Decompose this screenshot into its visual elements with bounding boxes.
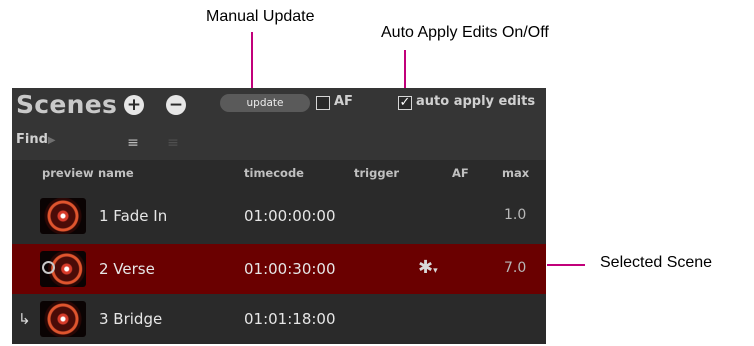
- camera-overlay-icon: [42, 261, 55, 274]
- column-header-name[interactable]: name: [98, 166, 134, 180]
- scene-name: 2 Verse: [99, 260, 155, 278]
- scene-timecode: 01:01:18:00: [244, 310, 336, 328]
- remove-scene-button[interactable]: −: [166, 95, 186, 115]
- scene-max: 1.0: [504, 207, 527, 223]
- column-header-preview[interactable]: preview: [42, 166, 94, 180]
- column-header-af[interactable]: AF: [452, 166, 469, 180]
- selected-scene-callout: Selected Scene: [600, 254, 713, 271]
- auto-apply-label: auto apply edits: [416, 94, 536, 109]
- table-row-selected[interactable]: 2 Verse 01:00:30:00 ✱▾ 7.0: [12, 244, 546, 294]
- selected-scene-leader: [547, 264, 585, 266]
- column-header-timecode[interactable]: timecode: [244, 166, 304, 180]
- af-checkbox-label: AF: [334, 94, 353, 109]
- scene-timecode: 01:00:00:00: [244, 207, 336, 225]
- scenes-panel: Scenes + − update AF ✓ auto apply edits …: [12, 88, 546, 344]
- scene-name: 3 Bridge: [99, 310, 163, 328]
- table-row[interactable]: 1 Fade In 01:00:00:00 1.0: [12, 191, 546, 241]
- scene-timecode: 01:00:30:00: [244, 260, 336, 278]
- update-button[interactable]: update: [220, 94, 310, 112]
- column-header-trigger[interactable]: trigger: [354, 166, 399, 180]
- gear-icon[interactable]: ✱▾: [418, 257, 438, 278]
- list-icon[interactable]: ≡: [162, 136, 184, 150]
- return-arrow-icon: ↳: [18, 310, 31, 328]
- filter-icon[interactable]: ≡: [122, 136, 144, 150]
- auto-apply-callout: Auto Apply Edits On/Off: [381, 24, 549, 41]
- manual-update-callout: Manual Update: [206, 8, 315, 25]
- scene-preview-thumbnail: [40, 301, 86, 337]
- disclosure-arrow-icon: ▶: [47, 135, 56, 146]
- scene-max: 7.0: [504, 260, 527, 276]
- scene-name: 1 Fade In: [99, 207, 168, 225]
- af-checkbox[interactable]: [316, 96, 330, 110]
- panel-title: Scenes: [16, 90, 118, 119]
- find-label: Find: [16, 132, 48, 147]
- add-scene-button[interactable]: +: [124, 95, 144, 115]
- scene-preview-thumbnail: [40, 198, 86, 234]
- find-toggle[interactable]: Find▶: [16, 132, 56, 147]
- auto-apply-checkbox[interactable]: ✓: [398, 96, 412, 110]
- column-header-max[interactable]: max: [502, 166, 529, 180]
- table-row[interactable]: ↳ 3 Bridge 01:01:18:00: [12, 294, 546, 344]
